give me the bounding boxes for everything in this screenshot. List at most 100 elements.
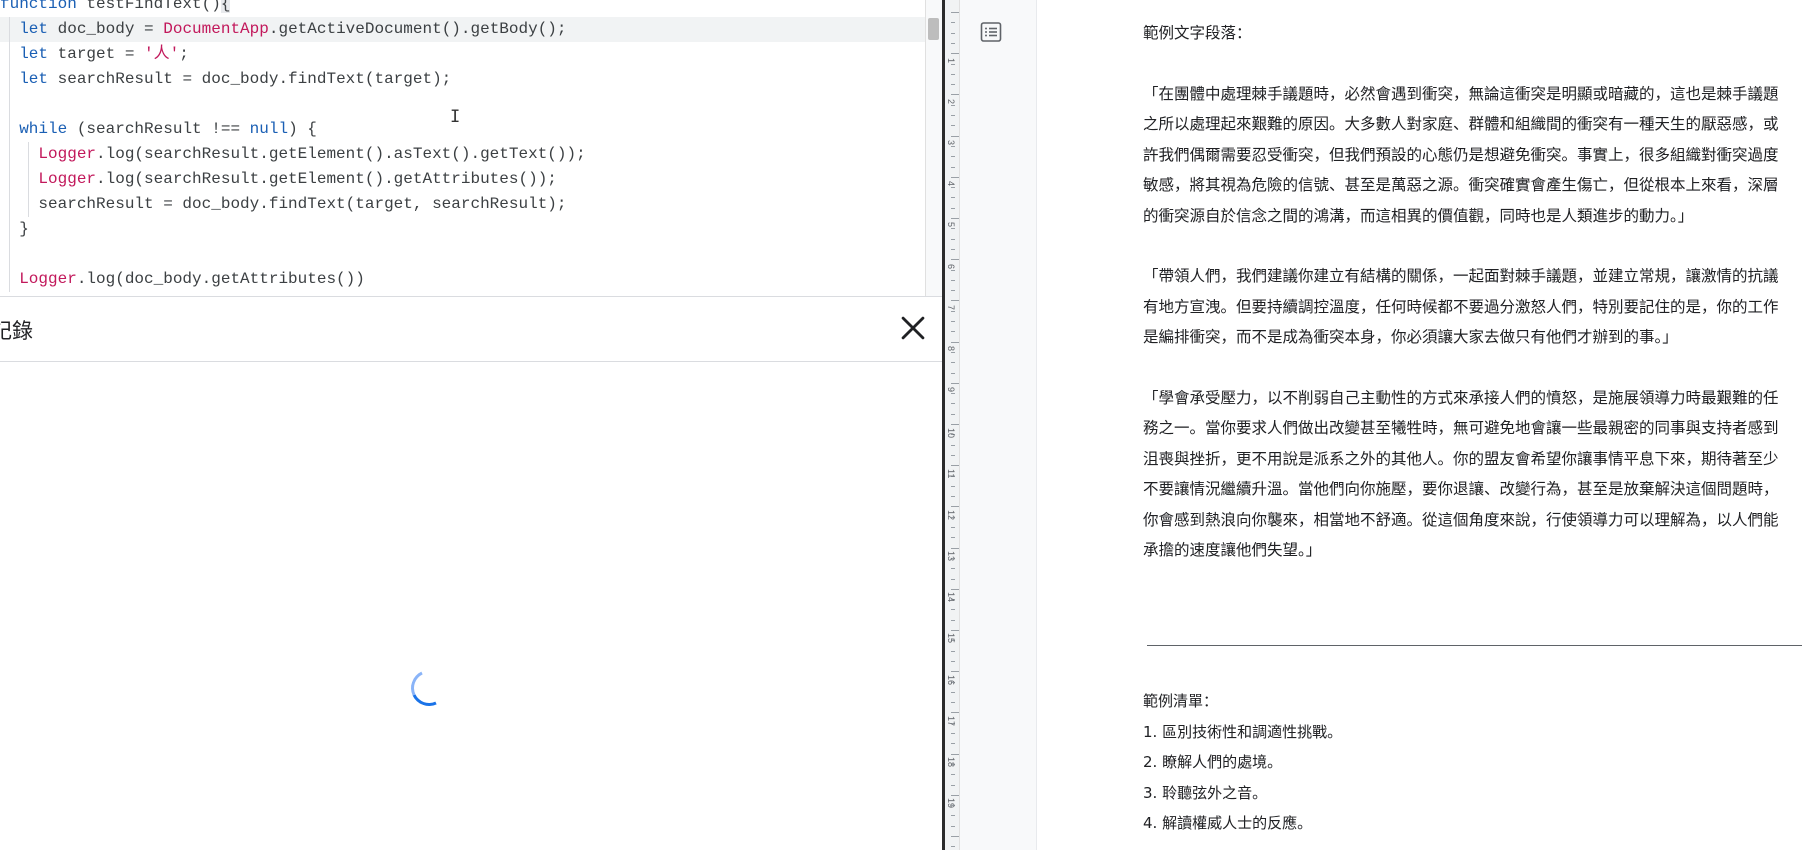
ruler-tick (951, 547, 959, 549)
code-token: doc_body = (48, 20, 164, 38)
ruler-tick (951, 537, 955, 539)
ruler-number: 13 (946, 551, 956, 562)
horizontal-rule (1147, 645, 1802, 646)
code-token: Logger (38, 145, 97, 163)
ruler-tick (951, 382, 959, 384)
ruler-tick (951, 660, 955, 662)
ruler-tick (951, 197, 955, 199)
paragraph-line: 之所以處理起來艱難的原因。大多數人對家庭、群體和組織間的衝突有一種天生的厭惡感，… (1143, 115, 1779, 133)
ruler-tick (951, 135, 959, 137)
code-line[interactable]: let searchResult = doc_body.findText(tar… (0, 67, 925, 92)
code-line[interactable]: Logger.log(doc_body.getAttributes()) (0, 267, 925, 292)
indent-guide (9, 42, 10, 67)
code-token: Logger (19, 270, 77, 288)
code-line[interactable] (0, 92, 925, 117)
ruler-tick (951, 413, 955, 415)
code-line[interactable]: Logger.log(searchResult.getElement().asT… (0, 142, 925, 167)
ruler-number: 8 (946, 345, 956, 351)
ruler-number: 14 (946, 592, 956, 603)
ruler-tick (951, 42, 955, 44)
ruler-number: 17 (946, 715, 956, 726)
code-area[interactable]: function testFindText(){ let doc_body = … (0, 0, 925, 292)
editor-scrollbar[interactable] (925, 0, 942, 296)
code-token: let (19, 45, 49, 63)
ruler-tick (951, 650, 955, 652)
ruler-tick (951, 32, 955, 34)
ruler-tick (951, 218, 959, 219)
text-cursor-icon: I (450, 107, 461, 127)
ruler-tick (951, 63, 955, 65)
ruler-tick (951, 836, 959, 837)
document-body[interactable]: 範例文字段落： 「在團體中處理棘手議題時，必然會遇到衝突，無論這衝突是明顯或暗藏… (1143, 18, 1804, 566)
ruler-tick (951, 424, 959, 425)
ruler-tick (951, 444, 955, 446)
ruler-tick (951, 393, 955, 395)
ruler-tick (951, 321, 955, 322)
code-token: .log(searchResult.getElement().asText().… (96, 145, 586, 163)
ruler-tick (951, 351, 955, 353)
ruler-tick (951, 578, 955, 580)
code-line[interactable]: Logger.log(searchResult.getElement().get… (0, 167, 925, 192)
code-token: } (0, 220, 29, 238)
code-line[interactable]: let target = '人'; (0, 42, 925, 67)
loading-spinner-icon (405, 664, 453, 712)
ruler-tick (951, 794, 959, 796)
code-token: null (249, 120, 289, 138)
code-token: { (220, 0, 231, 13)
list-item: 1. 區別技術性和調適性挑戰。 (1143, 722, 1343, 741)
paragraph-line: 承擔的速度讓他們失望。」 (1143, 541, 1322, 559)
ruler-tick (951, 362, 955, 364)
ruler-tick (951, 115, 955, 116)
ruler-tick (951, 300, 959, 302)
ruler-tick (951, 527, 955, 528)
code-line[interactable]: while (searchResult !== null) { (0, 117, 925, 142)
ruler-tick (951, 691, 955, 693)
paragraph-line: 許我們偶爾需要忍受衝突，但我們預設的心態仍是想避免衝突。事實上，很多組織對衝突過… (1143, 145, 1779, 164)
ruler-tick (951, 104, 955, 106)
code-token: .log(searchResult.getElement().getAttrib… (96, 170, 557, 188)
ruler-tick (951, 12, 959, 13)
ruler-tick (951, 630, 959, 631)
close-icon[interactable] (896, 311, 930, 345)
indent-guide (28, 142, 29, 167)
code-token: target = (48, 45, 145, 63)
document-outline-icon[interactable] (979, 20, 1003, 44)
ruler-tick (951, 702, 955, 704)
code-line[interactable] (0, 242, 925, 267)
code-line[interactable]: searchResult = doc_body.findText(target,… (0, 192, 925, 217)
paragraph-line: 敏感，將其視為危險的信號、甚至是萬惡之源。衝突確實會產生傷亡，但從根本上來看，深… (1143, 176, 1779, 194)
ruler-tick (951, 331, 955, 333)
doc-paragraph: 「在團體中處理棘手議題時，必然會遇到衝突，無論這衝突是明顯或暗藏的，這也是棘手議… (1143, 79, 1804, 232)
ruler-number: 15 (946, 633, 956, 644)
ruler-tick (951, 156, 955, 158)
code-token: (searchResult !== (67, 120, 250, 138)
ruler-number: 3 (946, 140, 956, 146)
code-line[interactable]: function testFindText(){ (0, 0, 925, 17)
ruler-tick (951, 825, 955, 827)
doc-paragraph: 「學會承受壓力，以不削弱自己主動性的方式來承接人們的憤怒，是施展領導力時最艱難的… (1143, 383, 1804, 566)
ruler-number: 6 (946, 263, 956, 269)
editor-scrollbar-thumb[interactable] (928, 18, 939, 40)
code-line[interactable]: let doc_body = DocumentApp.getActiveDocu… (0, 17, 925, 42)
ruler-number: 7 (946, 304, 956, 310)
ruler-number: 10 (946, 427, 956, 438)
ruler-tick (951, 568, 955, 570)
code-token: DocumentApp (163, 20, 269, 38)
document-page[interactable]: 範例文字段落： 「在團體中處理棘手議題時，必然會遇到衝突，無論這衝突是明顯或暗藏… (1036, 0, 1804, 850)
indent-guide (28, 192, 29, 217)
code-token: Logger (38, 170, 97, 188)
code-token: '人' (144, 45, 180, 63)
code-editor[interactable]: function testFindText(){ let doc_body = … (0, 0, 942, 296)
ruler-number: 9 (946, 386, 956, 392)
indent-guide (9, 167, 10, 192)
ruler-tick (951, 290, 955, 292)
paragraph-line: 「帶領人們，我們建議你建立有結構的關係，一起面對棘手議題，並建立常規，讓激情的抗… (1143, 267, 1779, 285)
ruler-number: 18 (946, 756, 956, 767)
ruler-tick (951, 465, 959, 467)
ruler-number: 11 (946, 469, 956, 479)
ruler-tick (951, 238, 955, 240)
code-line[interactable]: } (0, 217, 925, 242)
ruler-tick (951, 145, 955, 147)
ruler-tick (951, 125, 955, 127)
